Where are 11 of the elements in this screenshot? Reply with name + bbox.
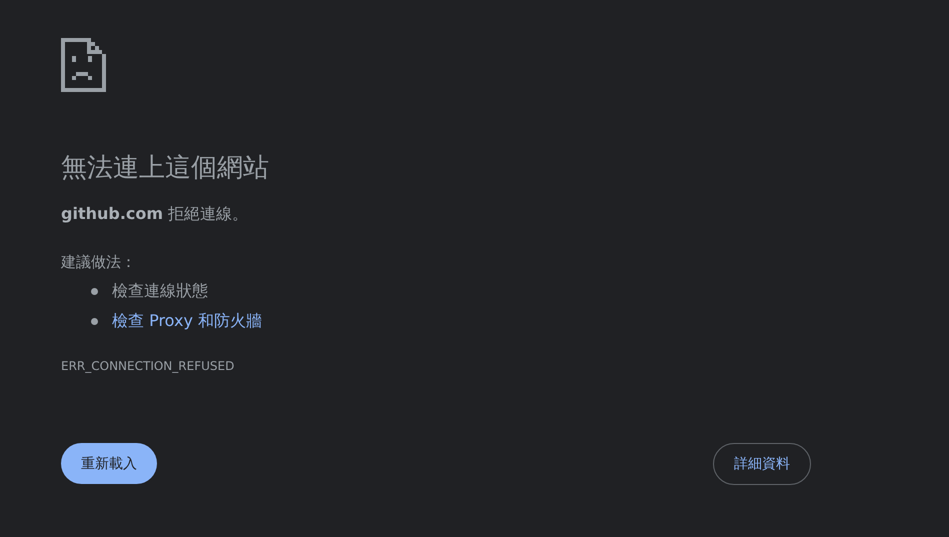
error-summary: github.com 拒絕連線。 [61, 203, 250, 225]
bullet-icon [91, 288, 98, 294]
reload-button[interactable]: 重新載入 [61, 443, 157, 484]
details-button[interactable]: 詳細資料 [713, 443, 811, 485]
suggestion-text: 檢查連線狀態 [112, 280, 208, 302]
suggestion-link[interactable]: 檢查 Proxy 和防火牆 [112, 310, 262, 332]
error-code: ERR_CONNECTION_REFUSED [61, 358, 236, 374]
suggestions-label: 建議做法： [61, 252, 137, 273]
sad-file-icon [61, 38, 106, 92]
bullet-icon [91, 318, 98, 324]
error-heading: 無法連上這個網站 [61, 152, 270, 185]
